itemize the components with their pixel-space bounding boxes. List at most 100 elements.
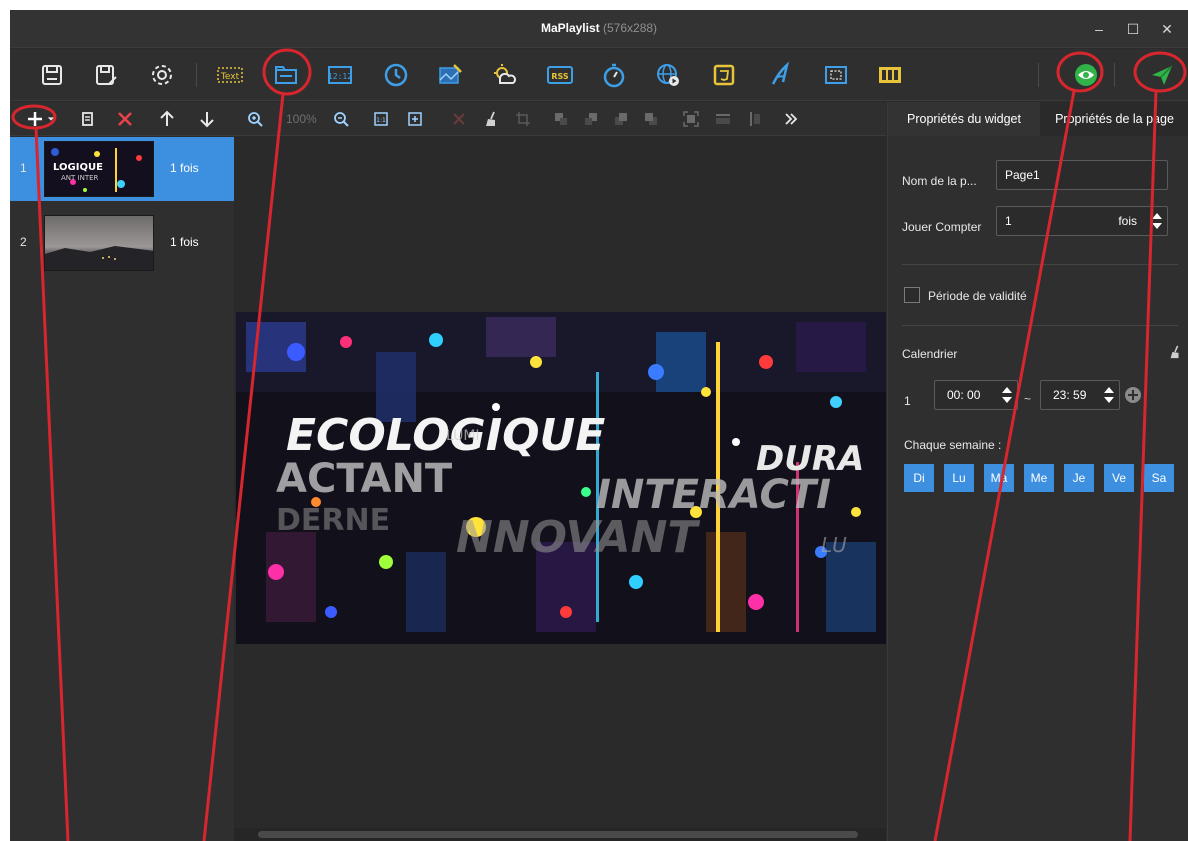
- preview-word: LUMI: [446, 428, 480, 444]
- digital-clock-button[interactable]: 12:12: [326, 61, 354, 89]
- plus-icon: [28, 112, 42, 126]
- day-toggle[interactable]: Sa: [1144, 464, 1174, 492]
- move-backward-button[interactable]: [642, 110, 660, 128]
- clear-schedule-icon[interactable]: [1168, 345, 1182, 359]
- page-play-count: 1 fois: [170, 161, 199, 175]
- day-toggle[interactable]: Je: [1064, 464, 1094, 492]
- clear-button[interactable]: [482, 110, 500, 128]
- page-number: 1: [20, 161, 27, 175]
- columns-button[interactable]: [876, 61, 904, 89]
- divider: [902, 325, 1178, 326]
- actual-size-button[interactable]: 1:1: [372, 110, 390, 128]
- bring-to-front-button[interactable]: [552, 110, 570, 128]
- arrow-up-icon: [160, 110, 174, 126]
- day-toggle[interactable]: Lu: [944, 464, 974, 492]
- font-button[interactable]: [766, 61, 794, 89]
- page-thumbnail: LOGIQUE ANT INTER: [44, 141, 154, 197]
- move-page-down-button[interactable]: [196, 108, 218, 130]
- move-page-up-button[interactable]: [156, 108, 178, 130]
- day-toggle[interactable]: Me: [1024, 464, 1054, 492]
- properties-panel: Propriétés du widget Propriétés de la pa…: [887, 102, 1188, 841]
- image-button[interactable]: [436, 61, 464, 89]
- gear-icon: [152, 65, 172, 85]
- spin-arrows-icon[interactable]: [1001, 384, 1013, 406]
- schedule-start-time[interactable]: 00: 00: [934, 380, 1018, 410]
- rss-button[interactable]: RSS: [546, 61, 574, 89]
- text-tool-button[interactable]: Text: [216, 61, 244, 89]
- clock-icon: [384, 63, 408, 87]
- folder-icon: [275, 66, 297, 84]
- layer-front-icon: [555, 113, 567, 125]
- add-page-dropdown[interactable]: [46, 108, 56, 130]
- day-toggle[interactable]: Di: [904, 464, 934, 492]
- weekly-label: Chaque semaine :: [904, 438, 1002, 452]
- page-name-input[interactable]: Page1: [996, 160, 1168, 190]
- layer-up-icon: [615, 113, 627, 125]
- double-chevron-right-icon: [785, 113, 798, 125]
- title-bar: MaPlaylist (576x288) – ☐ ✕: [10, 10, 1188, 48]
- page-play-count: 1 fois: [170, 235, 199, 249]
- actual-size-icon: 1:1: [374, 112, 388, 126]
- tab-widget-properties[interactable]: Propriétés du widget: [888, 102, 1040, 136]
- day-toggle[interactable]: Ve: [1104, 464, 1134, 492]
- preview-button[interactable]: [1072, 61, 1100, 89]
- open-folder-button[interactable]: [272, 61, 300, 89]
- schedule-end-time[interactable]: 23: 59: [1040, 380, 1120, 410]
- save-button[interactable]: [38, 61, 66, 89]
- save-as-button[interactable]: [92, 61, 120, 89]
- page-list-item[interactable]: 1 LOGIQUE ANT INTER 1 fois: [10, 137, 234, 201]
- html-button[interactable]: [710, 61, 738, 89]
- chevron-down-icon: [47, 117, 55, 121]
- spin-arrows-icon[interactable]: [1103, 384, 1115, 406]
- spin-arrows-icon[interactable]: [1151, 210, 1163, 232]
- maximize-button[interactable]: ☐: [1120, 19, 1146, 39]
- delete-page-button[interactable]: [114, 108, 136, 130]
- timer-button[interactable]: [600, 61, 628, 89]
- validity-checkbox[interactable]: [904, 287, 920, 303]
- move-forward-button[interactable]: [612, 110, 630, 128]
- add-schedule-icon[interactable]: [1124, 386, 1142, 404]
- play-count-spinbox[interactable]: 1 fois: [996, 206, 1168, 236]
- font-a-icon: [771, 62, 789, 85]
- day-toggle[interactable]: Ma: [984, 464, 1014, 492]
- play-count-label: Jouer Compter: [902, 220, 982, 234]
- fill-screen-button[interactable]: [682, 110, 700, 128]
- analog-clock-button[interactable]: [382, 61, 410, 89]
- expand-icon: [683, 111, 699, 127]
- maplaylist-window: MaPlaylist (576x288) – ☐ ✕ Text 12:12 RS…: [10, 10, 1188, 841]
- publish-button[interactable]: [1148, 61, 1176, 89]
- canvas-area[interactable]: ECOLOGIQUE DURA ACTANT INTERACTI NNOVANT…: [234, 137, 886, 828]
- minimize-button[interactable]: –: [1086, 19, 1112, 39]
- page-number: 2: [20, 235, 27, 249]
- arrow-down-icon: [200, 112, 214, 128]
- horizontal-scrollbar[interactable]: [234, 828, 886, 841]
- text-icon: Text: [217, 67, 243, 83]
- zoom-in-button[interactable]: [246, 110, 264, 128]
- fill-height-button[interactable]: [746, 110, 764, 128]
- send-to-back-button[interactable]: [582, 110, 600, 128]
- settings-button[interactable]: [148, 61, 176, 89]
- fill-width-button[interactable]: [714, 110, 732, 128]
- delete-widget-button[interactable]: [450, 110, 468, 128]
- fit-screen-button[interactable]: [406, 110, 424, 128]
- zoom-out-button[interactable]: [332, 110, 350, 128]
- page-preview-image[interactable]: ECOLOGIQUE DURA ACTANT INTERACTI NNOVANT…: [236, 312, 886, 644]
- page-list-item[interactable]: 2 1 fois: [10, 211, 234, 275]
- crop-button[interactable]: [514, 110, 532, 128]
- tab-page-properties[interactable]: Propriétés de la page: [1040, 102, 1188, 136]
- web-video-button[interactable]: [654, 61, 682, 89]
- scrollbar-thumb[interactable]: [258, 831, 858, 838]
- close-button[interactable]: ✕: [1154, 19, 1180, 39]
- add-page-button[interactable]: [24, 108, 46, 130]
- toolbar-separator: [196, 63, 197, 87]
- svg-text:1:1: 1:1: [376, 117, 386, 124]
- more-tools-button[interactable]: [782, 110, 800, 128]
- zoom-out-icon: [334, 112, 349, 127]
- layer-down-icon: [645, 113, 657, 125]
- copy-page-button[interactable]: [76, 108, 98, 130]
- schedule-separator: ~: [1024, 392, 1032, 406]
- save-as-icon: [96, 65, 117, 85]
- weather-button[interactable]: [490, 61, 518, 89]
- region-button[interactable]: [822, 61, 850, 89]
- delete-x-icon: [118, 112, 132, 126]
